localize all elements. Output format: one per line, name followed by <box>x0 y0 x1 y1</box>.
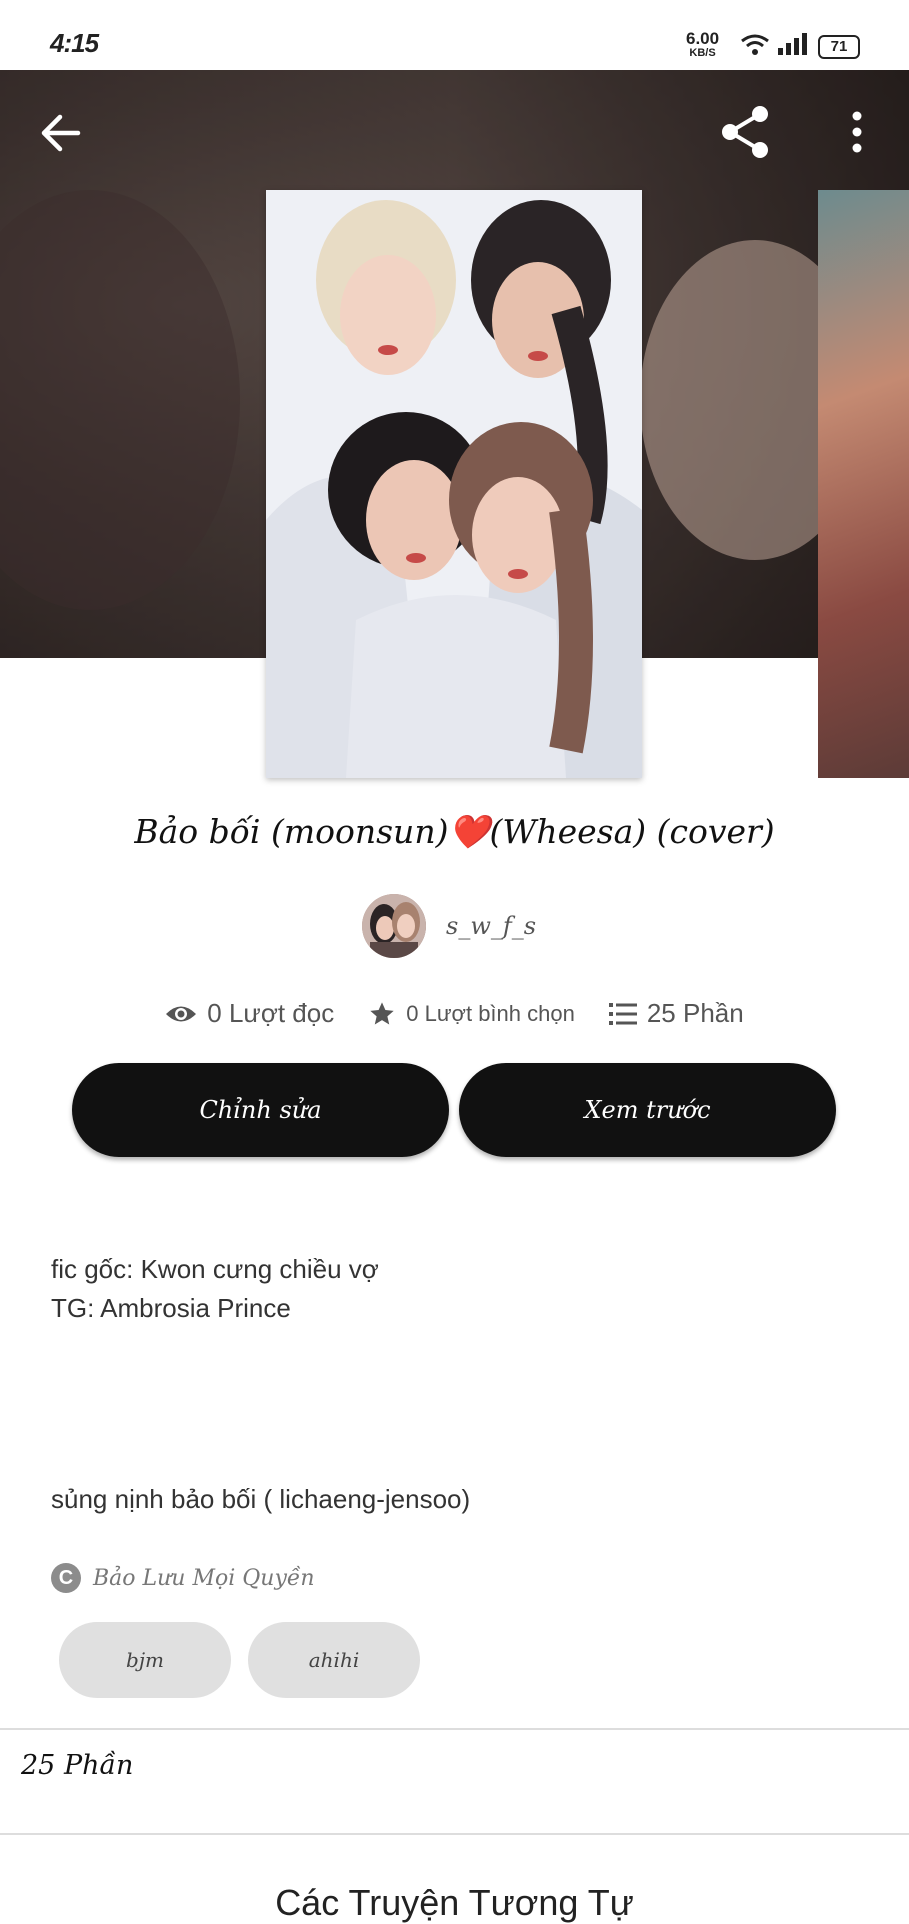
wifi-icon <box>741 34 769 55</box>
reads-count: 0 Lượt đọc <box>207 998 335 1028</box>
similar-stories-heading: Các Truyện Tương Tự <box>275 1882 634 1923</box>
description-line: TG: Ambrosia Prince <box>51 1293 291 1323</box>
description-line: fic gốc: Kwon cưng chiều vợ <box>51 1254 379 1284</box>
description-line: sủng nịnh bảo bối ( lichaeng-jensoo) <box>51 1484 471 1514</box>
story-cover-image[interactable] <box>266 190 642 778</box>
battery-indicator: 71 <box>818 35 860 59</box>
tag-chip[interactable]: ahihi <box>248 1622 420 1698</box>
edit-button[interactable]: Chỉnh sửa <box>72 1063 449 1157</box>
cover-artwork <box>266 190 642 778</box>
network-speed-value: 6.00 <box>686 29 720 48</box>
network-speed-unit: KB/S <box>689 47 716 59</box>
next-cover-image[interactable] <box>818 190 909 778</box>
network-speed: 6.00 KB/S <box>686 29 720 60</box>
status-time: 4:15 <box>50 28 99 58</box>
copyright-row: C Bảo Lưu Mọi Quyền <box>51 1563 315 1593</box>
story-stats: 0 Lượt đọc 0 Lượt bình chọn 25 Phần <box>0 998 909 1029</box>
back-arrow-icon[interactable] <box>36 108 86 158</box>
parts-stat: 25 Phần <box>608 998 744 1029</box>
votes-stat: 0 Lượt bình chọn <box>368 1000 575 1028</box>
preview-button[interactable]: Xem trước <box>459 1063 836 1157</box>
reads-stat: 0 Lượt đọc <box>165 998 334 1029</box>
copyright-icon: C <box>51 1563 81 1593</box>
share-icon[interactable] <box>718 104 774 160</box>
author-name[interactable]: s_w_f_s <box>446 912 536 940</box>
tag-chip[interactable]: bjm <box>59 1622 231 1698</box>
story-title: Bảo bối (moonsun)❤️(Wheesa) (cover) <box>134 812 775 851</box>
divider <box>0 1833 909 1835</box>
eye-icon <box>166 1006 197 1021</box>
story-description: fic gốc: Kwon cưng chiều vợ TG: Ambrosia… <box>51 1250 379 1328</box>
copyright-label: Bảo Lưu Mọi Quyền <box>93 1565 315 1591</box>
more-vertical-icon[interactable] <box>842 104 872 160</box>
status-bar: 4:15 6.00 KB/S 71 <box>0 0 909 70</box>
parts-heading[interactable]: 25 Phần <box>21 1750 133 1781</box>
author-avatar[interactable] <box>362 894 426 958</box>
author-row[interactable]: s_w_f_s <box>362 893 536 959</box>
parts-count: 25 Phần <box>646 998 744 1028</box>
star-icon <box>370 1001 394 1024</box>
list-icon <box>608 1002 637 1025</box>
divider <box>0 1728 909 1730</box>
votes-count: 0 Lượt bình chọn <box>406 1000 575 1026</box>
signal-icon <box>778 33 807 55</box>
